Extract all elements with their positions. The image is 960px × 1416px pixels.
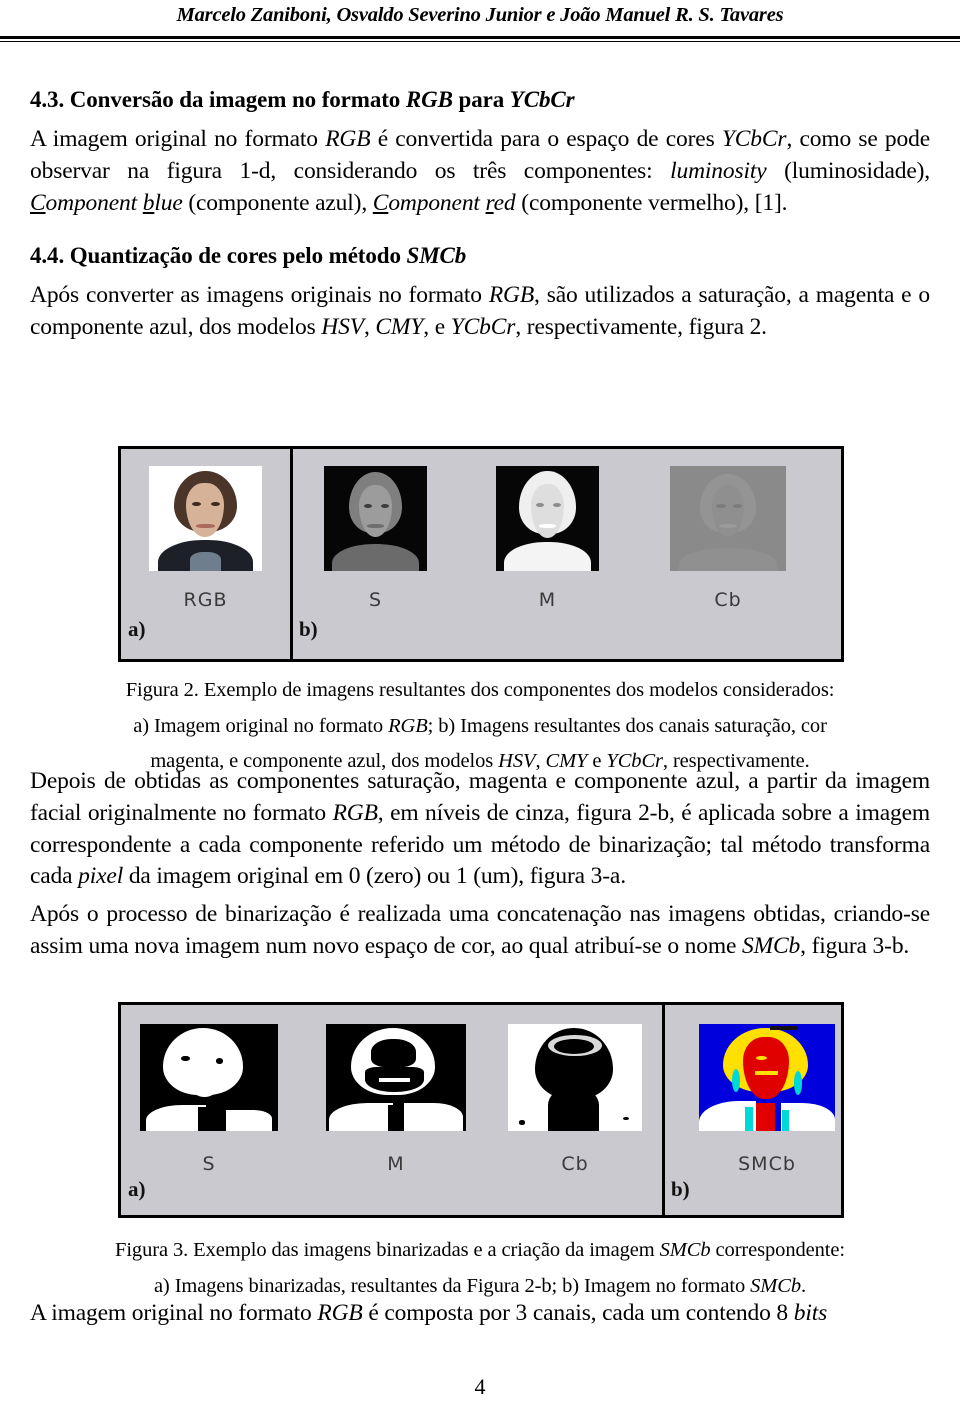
paragraph-final: A imagem original no formato RGB é compo… <box>30 1300 828 1326</box>
figure-2-thumb-cb <box>670 466 786 571</box>
paragraph-4-3-body: A imagem original no formato RGB é conve… <box>30 126 931 216</box>
figure-2-panel-divider <box>290 449 293 659</box>
body-block-final: A imagem original no formato RGB é compo… <box>30 1298 930 1336</box>
paragraph-concatenation: Após o processo de binarização é realiza… <box>30 901 930 960</box>
figure-2-thumb-m <box>496 466 599 571</box>
figure-2-label-rgb: RGB <box>183 589 228 611</box>
figure-2-label-s: S <box>368 589 383 611</box>
section-4-4-title-prefix: 4.4. Quantização de cores pelo método <box>30 242 407 268</box>
paragraph-after-figure-2: Depois de obtidas as componentes saturaç… <box>30 768 930 890</box>
section-heading-4-4: 4.4. Quantização de cores pelo método SM… <box>30 242 930 269</box>
figure-2-panel-a-letter: a) <box>128 617 146 641</box>
section-4-3-title-prefix: 4.3. Conversão da imagem no formato <box>30 87 406 112</box>
figure-3-label-smcb: SMCb <box>738 1153 796 1175</box>
figure-3-panel-b-letter: b) <box>671 1177 690 1201</box>
running-head-text: Marcelo Zaniboni, Osvaldo Severino Junio… <box>176 4 784 26</box>
figure-2-label-cb: Cb <box>714 589 742 611</box>
header-rule-thin <box>0 41 960 42</box>
figure-3-caption-line-1: Figura 3. Exemplo das imagens binarizada… <box>115 1239 845 1261</box>
figure-3-panel-a-letter: a) <box>128 1177 146 1201</box>
section-4-3-title-mid: para <box>452 87 510 112</box>
figure-3-caption-line-2: a) Imagens binarizadas, resultantes da F… <box>153 1274 807 1297</box>
figure-2-panel-b-letter: b) <box>299 617 318 641</box>
figure-3-image: S a) M Cb SMCb b) <box>118 1002 844 1218</box>
figure-3-label-cb: Cb <box>561 1153 589 1175</box>
figure-3-thumb-cb <box>508 1024 642 1131</box>
figure-3-caption: Figura 3. Exemplo das imagens binarizada… <box>60 1228 900 1299</box>
figure-3-label-s: S <box>202 1153 216 1175</box>
figure-3-panel-divider <box>662 1005 665 1215</box>
figure-2-label-m: M <box>538 589 557 611</box>
document-body: 4.3. Conversão da imagem no formato RGB … <box>30 86 930 349</box>
figure-2-caption: Figura 2. Exemplo de imagens resultantes… <box>60 668 900 775</box>
figure-2-thumb-rgb <box>149 466 262 571</box>
paragraph-4-4-body: Após converter as imagens originais no f… <box>30 281 930 340</box>
page-number: 4 <box>474 1374 486 1399</box>
figure-2-caption-line-2: a) Imagem original no formato RGB; b) Im… <box>133 714 827 737</box>
page-running-header: Marcelo Zaniboni, Osvaldo Severino Junio… <box>0 0 960 46</box>
section-4-3-title-em1: RGB <box>405 87 453 112</box>
figure-3-thumb-smcb <box>699 1024 835 1131</box>
figure-3-thumb-s <box>140 1024 278 1131</box>
figure-3-label-m: M <box>387 1153 405 1175</box>
figure-2-thumb-s <box>324 466 427 571</box>
figure-2-image: RGB a) S M Cb b) <box>118 446 844 662</box>
section-heading-4-3: 4.3. Conversão da imagem no formato RGB … <box>30 86 930 113</box>
section-4-4-title-em1: SMCb <box>406 242 467 268</box>
figure-3-thumb-m <box>326 1024 466 1131</box>
header-rule-thick <box>0 36 960 39</box>
body-block-middle: Depois de obtidas as componentes saturaç… <box>30 766 930 969</box>
section-4-3-title-em2: YCbCr <box>509 87 575 112</box>
figure-2-caption-line-1: Figura 2. Exemplo de imagens resultantes… <box>125 679 835 701</box>
